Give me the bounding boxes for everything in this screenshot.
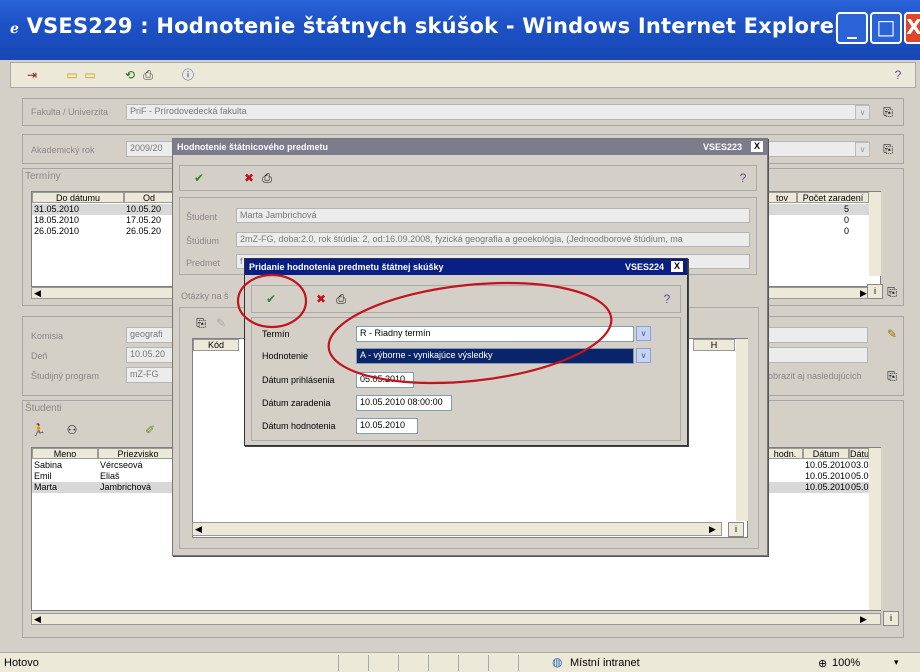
zone-text: Místní intranet [570, 657, 640, 669]
annotation-circle-confirm [236, 273, 308, 329]
zoom-icon[interactable]: ⊕ [818, 657, 827, 670]
zoom-level[interactable]: 100% [832, 657, 860, 669]
status-text: Hotovo [4, 657, 39, 669]
status-bar: Hotovo ◍ Místní intranet ⊕ 100% ▾ [0, 652, 920, 672]
intranet-icon: ◍ [552, 655, 563, 669]
annotation-overlay [236, 273, 613, 385]
annotation-ellipse-fields [327, 281, 613, 385]
chevron-down-icon[interactable]: ▾ [894, 657, 899, 668]
